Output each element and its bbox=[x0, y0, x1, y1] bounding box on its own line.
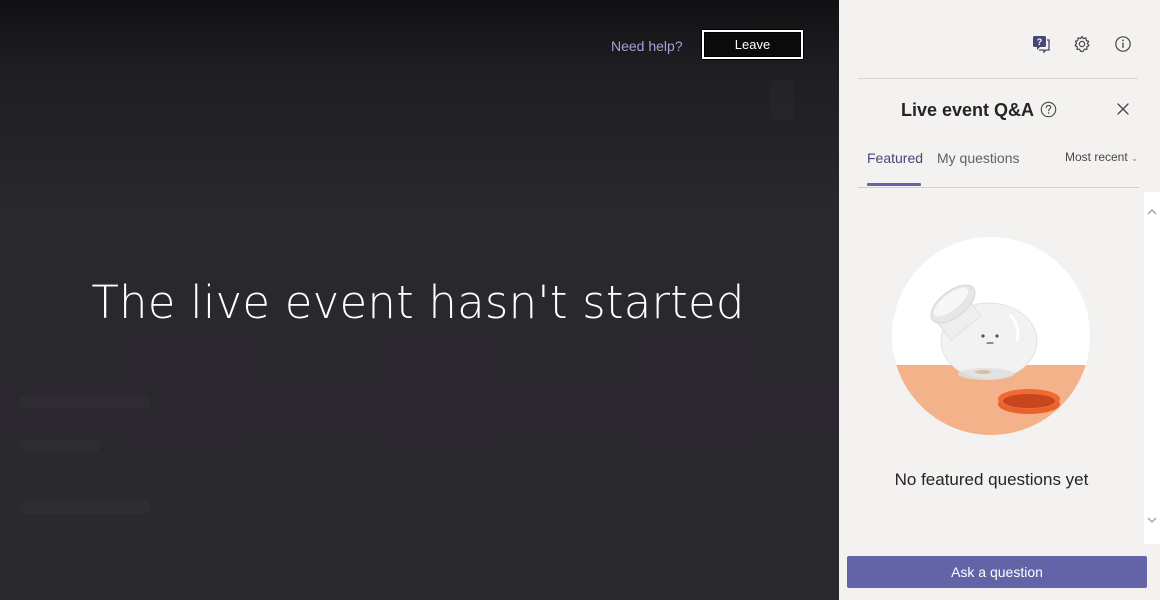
qa-side-panel: ? Live event Q&A Featured My questions M… bbox=[839, 0, 1160, 600]
qa-header: Live event Q&A bbox=[839, 98, 1160, 124]
chevron-down-icon: ⌄ bbox=[1130, 153, 1139, 163]
sort-dropdown-label: Most recent bbox=[1065, 150, 1128, 164]
background-shape bbox=[20, 500, 150, 514]
gear-icon[interactable] bbox=[1070, 32, 1094, 56]
help-circle-icon[interactable] bbox=[1040, 101, 1057, 118]
svg-text:?: ? bbox=[1037, 37, 1043, 47]
empty-jar-illustration bbox=[891, 236, 1091, 436]
scroll-up-arrow-icon[interactable] bbox=[1146, 206, 1158, 218]
sort-dropdown[interactable]: Most recent ⌄ bbox=[1065, 150, 1138, 164]
leave-button[interactable]: Leave bbox=[701, 29, 804, 60]
scrollbar[interactable] bbox=[1144, 192, 1160, 544]
panel-title: Live event Q&A bbox=[901, 100, 1035, 120]
scroll-down-arrow-icon[interactable] bbox=[1146, 514, 1158, 526]
need-help-link[interactable]: Need help? bbox=[611, 38, 683, 54]
event-not-started-message: The live event hasn't started bbox=[91, 276, 745, 329]
info-icon[interactable] bbox=[1111, 32, 1135, 56]
background-shape bbox=[20, 395, 150, 409]
background-shape bbox=[20, 440, 100, 452]
qna-icon[interactable]: ? bbox=[1029, 32, 1053, 56]
tab-featured[interactable]: Featured bbox=[867, 150, 923, 166]
qa-tabs: Featured My questions Most recent ⌄ bbox=[858, 148, 1139, 188]
event-stage: The live event hasn't started Need help?… bbox=[0, 0, 839, 600]
panel-divider bbox=[858, 78, 1138, 79]
background-shape bbox=[770, 80, 794, 120]
ask-question-button[interactable]: Ask a question bbox=[847, 556, 1147, 588]
active-tab-indicator bbox=[867, 183, 921, 186]
tab-my-questions[interactable]: My questions bbox=[937, 150, 1019, 166]
empty-state-message: No featured questions yet bbox=[894, 470, 1089, 489]
close-icon[interactable] bbox=[1115, 101, 1131, 117]
